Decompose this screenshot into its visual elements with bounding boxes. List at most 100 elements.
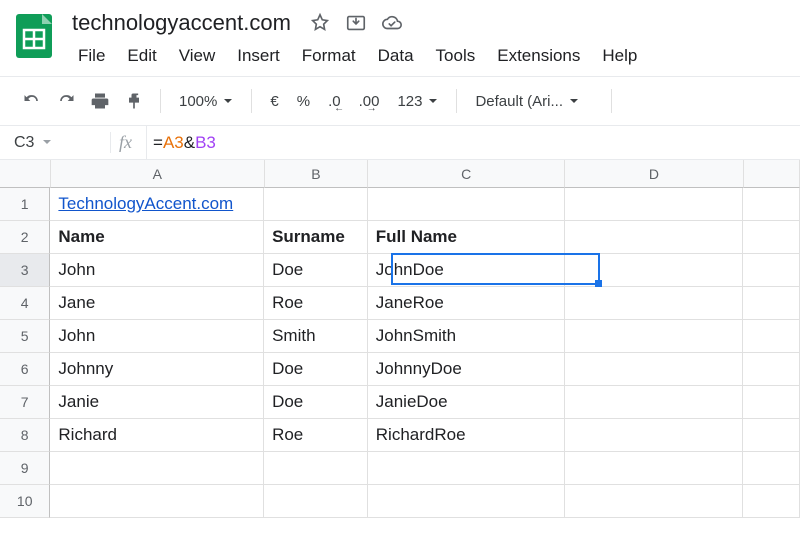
cell[interactable]: Doe	[264, 386, 368, 419]
cell[interactable]: JaneRoe	[368, 287, 565, 320]
cell[interactable]	[264, 452, 368, 485]
cell[interactable]	[50, 485, 264, 518]
cell[interactable]	[368, 485, 565, 518]
formula-input[interactable]: =A3&B3	[146, 126, 800, 159]
font-dropdown[interactable]: Default (Ari...	[469, 93, 599, 110]
title-area: technologyaccent.com File Edit View Inse…	[68, 8, 790, 70]
cell[interactable]: Name	[50, 221, 264, 254]
cell[interactable]	[565, 188, 743, 221]
cell[interactable]	[565, 221, 743, 254]
row-header[interactable]: 10	[0, 485, 50, 518]
menu-data[interactable]: Data	[368, 42, 424, 70]
menu-insert[interactable]: Insert	[227, 42, 290, 70]
document-title[interactable]: technologyaccent.com	[68, 8, 295, 38]
row-header[interactable]: 4	[0, 287, 50, 320]
row-header[interactable]: 7	[0, 386, 50, 419]
cell[interactable]: TechnologyAccent.com	[50, 188, 264, 221]
menu-tools[interactable]: Tools	[426, 42, 486, 70]
cell[interactable]	[50, 452, 264, 485]
cell[interactable]	[743, 188, 800, 221]
cell[interactable]: Doe	[264, 254, 368, 287]
menu-view[interactable]: View	[169, 42, 226, 70]
row-header[interactable]: 2	[0, 221, 50, 254]
cell[interactable]	[743, 386, 800, 419]
cell[interactable]	[368, 452, 565, 485]
fx-icon: fx	[110, 132, 146, 153]
cell[interactable]: JohnnyDoe	[368, 353, 565, 386]
cloud-status-icon[interactable]	[381, 12, 403, 34]
row-header[interactable]: 8	[0, 419, 50, 452]
row-header[interactable]: 6	[0, 353, 50, 386]
col-header-b[interactable]: B	[265, 160, 368, 188]
cell[interactable]	[565, 353, 743, 386]
menu-help[interactable]: Help	[592, 42, 647, 70]
row-header[interactable]: 9	[0, 452, 50, 485]
cell[interactable]: John	[50, 254, 264, 287]
select-all-corner[interactable]	[0, 160, 51, 188]
col-header-c[interactable]: C	[368, 160, 565, 188]
cell[interactable]: JohnDoe	[368, 254, 565, 287]
cell[interactable]	[743, 353, 800, 386]
col-header-d[interactable]: D	[565, 160, 743, 188]
menu-extensions[interactable]: Extensions	[487, 42, 590, 70]
row-header[interactable]: 5	[0, 320, 50, 353]
col-header-a[interactable]: A	[51, 160, 265, 188]
cell[interactable]	[743, 320, 800, 353]
sheets-logo[interactable]	[10, 12, 58, 60]
cell[interactable]	[565, 485, 743, 518]
cell[interactable]	[264, 485, 368, 518]
row-7: 7JanieDoeJanieDoe	[0, 386, 800, 419]
cell[interactable]: Roe	[264, 287, 368, 320]
cell[interactable]	[565, 320, 743, 353]
cell[interactable]	[743, 221, 800, 254]
cell[interactable]	[565, 452, 743, 485]
cell[interactable]: Jane	[50, 287, 264, 320]
cell[interactable]: RichardRoe	[368, 419, 565, 452]
cell[interactable]	[743, 419, 800, 452]
row-header[interactable]: 1	[0, 188, 50, 221]
cell[interactable]	[743, 485, 800, 518]
row-1: 1TechnologyAccent.com	[0, 188, 800, 221]
cell[interactable]: Surname	[264, 221, 368, 254]
row-2: 2NameSurnameFull Name	[0, 221, 800, 254]
print-button[interactable]	[86, 87, 114, 115]
cell[interactable]: Roe	[264, 419, 368, 452]
cell[interactable]	[743, 254, 800, 287]
cell[interactable]	[743, 452, 800, 485]
percent-button[interactable]: %	[291, 93, 316, 110]
currency-button[interactable]: €	[264, 93, 284, 110]
col-header-e[interactable]	[744, 160, 800, 188]
column-headers: A B C D	[0, 160, 800, 188]
zoom-dropdown[interactable]: 100%	[173, 93, 239, 110]
cell[interactable]: Doe	[264, 353, 368, 386]
cell[interactable]	[368, 188, 565, 221]
cell[interactable]: Janie	[50, 386, 264, 419]
cell[interactable]: Smith	[264, 320, 368, 353]
cell[interactable]: JanieDoe	[368, 386, 565, 419]
cell[interactable]: Full Name	[368, 221, 565, 254]
decrease-decimal-button[interactable]: .0←	[322, 93, 347, 110]
paint-format-button[interactable]	[120, 87, 148, 115]
menu-file[interactable]: File	[68, 42, 115, 70]
menu-edit[interactable]: Edit	[117, 42, 166, 70]
cell[interactable]: Johnny	[50, 353, 264, 386]
spreadsheet-grid[interactable]: A B C D 1TechnologyAccent.com2NameSurnam…	[0, 160, 800, 518]
row-header[interactable]: 3	[0, 254, 50, 287]
menu-format[interactable]: Format	[292, 42, 366, 70]
cell[interactable]	[565, 386, 743, 419]
number-format-dropdown[interactable]: 123	[391, 93, 444, 110]
cell[interactable]: JohnSmith	[368, 320, 565, 353]
cell[interactable]: Richard	[50, 419, 264, 452]
cell[interactable]	[565, 254, 743, 287]
redo-button[interactable]	[52, 87, 80, 115]
move-icon[interactable]	[345, 12, 367, 34]
increase-decimal-button[interactable]: .00→	[353, 93, 386, 110]
cell[interactable]	[264, 188, 368, 221]
star-icon[interactable]	[309, 12, 331, 34]
cell[interactable]	[565, 287, 743, 320]
cell[interactable]	[743, 287, 800, 320]
cell[interactable]: John	[50, 320, 264, 353]
undo-button[interactable]	[18, 87, 46, 115]
name-box[interactable]: C3	[0, 134, 110, 152]
cell[interactable]	[565, 419, 743, 452]
